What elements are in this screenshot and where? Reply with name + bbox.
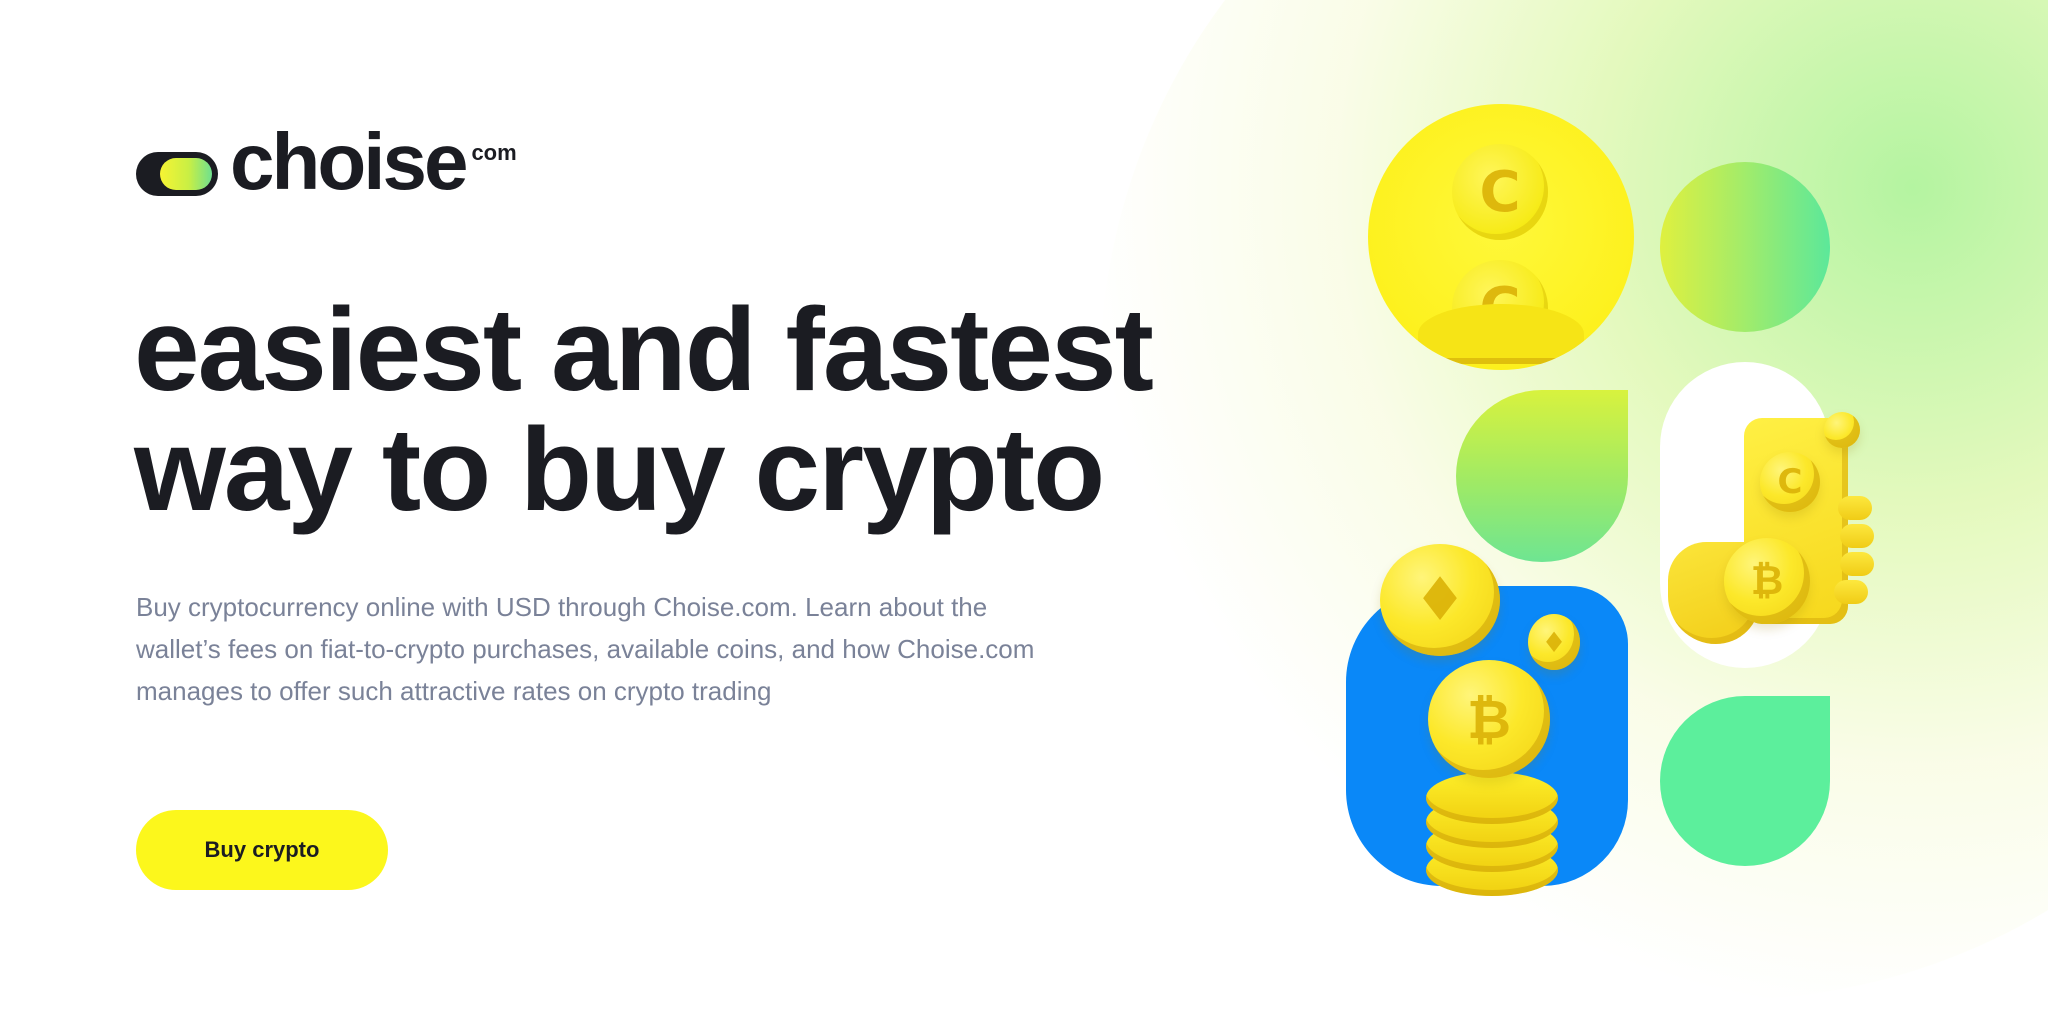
coin-stack-icon [1426,772,1558,824]
bitcoin-coin-icon: ₿ [1428,660,1550,778]
toggle-knob [160,158,212,190]
choise-coin-icon: C [1760,452,1820,512]
ethereum-coin-icon: ♦ [1380,544,1500,656]
hero-description: Buy cryptocurrency online with USD throu… [136,592,1035,706]
brand-suffix: com [471,140,517,165]
gradient-leaf-tile [1456,390,1628,562]
coin-slot-icon [1418,304,1584,364]
crypto-illustration: C C C ₿ ♦ ♦ ₿ [1330,100,1890,900]
brand-name: choise [230,117,468,206]
toggle-logo-icon [136,152,218,196]
gradient-circle-tile [1660,162,1830,332]
hero-headline: easiest and fastest way to buy crypto [134,284,1154,536]
headline-line-2: way to buy crypto [134,404,1105,536]
bitcoin-coin-icon: ₿ [1724,538,1810,624]
landing-page: choise com easiest and fastest way to bu… [0,0,2048,1024]
finger-icon [1840,552,1874,576]
buy-crypto-button[interactable]: Buy crypto [136,810,388,890]
finger-icon [1840,524,1874,548]
ethereum-coin-icon: ♦ [1528,614,1580,670]
yellow-circle-tile: C C [1368,104,1634,370]
finger-icon [1834,580,1868,604]
brand-logo[interactable]: choise com [136,122,517,212]
mint-leaf-tile [1660,696,1830,866]
choise-coin-icon: C [1452,144,1548,240]
finger-icon [1838,496,1872,520]
small-coin-icon [1824,412,1860,448]
headline-line-1: easiest and fastest [134,284,1154,416]
